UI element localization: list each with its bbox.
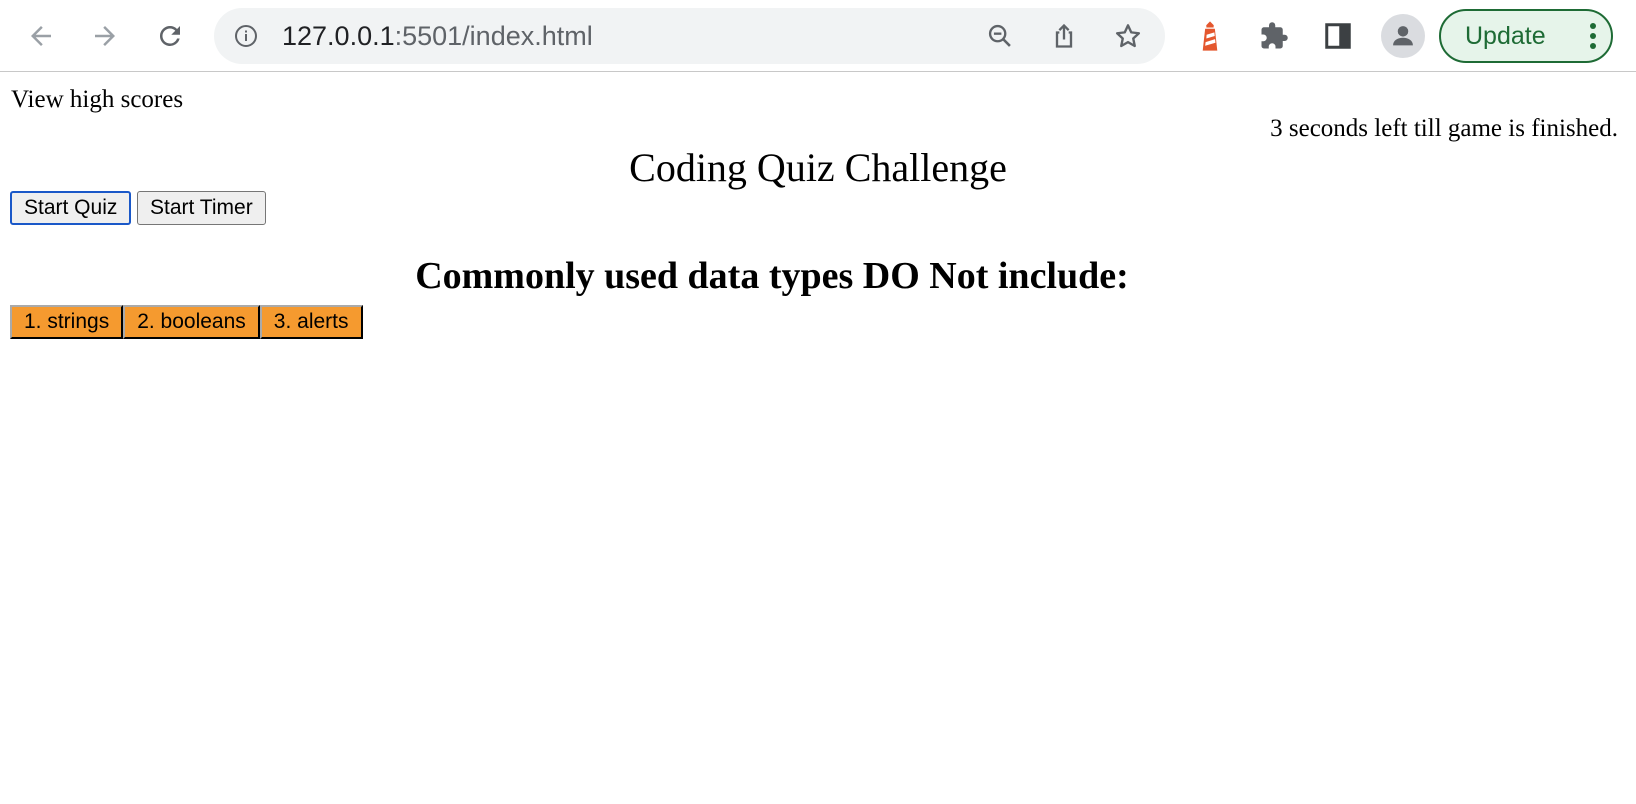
forward-arrow-icon (95, 26, 115, 46)
page-title: Coding Quiz Challenge (629, 145, 1007, 190)
answer-button-booleans[interactable]: 2. booleans (123, 305, 260, 339)
back-button[interactable] (21, 16, 61, 56)
url-path: :5501/index.html (394, 21, 593, 51)
puzzle-icon (1261, 22, 1288, 49)
reload-icon (159, 25, 180, 46)
browser-toolbar: 127.0.0.1:5501/index.html Update (0, 0, 1636, 72)
zoom-out-icon (988, 24, 1011, 47)
view-high-scores-link[interactable]: View high scores (11, 86, 183, 114)
side-panel-icon (1325, 23, 1351, 49)
share-icon (1055, 23, 1073, 48)
start-quiz-button[interactable]: Start Quiz (10, 191, 132, 225)
forward-button[interactable] (85, 16, 125, 56)
question-text: Commonly used data types DO Not include: (415, 255, 1129, 297)
zoom-button[interactable] (980, 16, 1020, 56)
more-vert-icon (1590, 23, 1596, 49)
lighthouse-extension-button[interactable] (1190, 16, 1230, 56)
url-host: 127.0.0.1 (282, 21, 395, 51)
extensions-button[interactable] (1254, 16, 1294, 56)
reload-button[interactable] (150, 16, 190, 56)
page-content: View high scores 3 seconds left till gam… (0, 72, 1636, 804)
answer-list: 1. strings 2. booleans 3. alerts (10, 305, 363, 339)
url-text[interactable]: 127.0.0.1:5501/index.html (282, 8, 593, 64)
answer-button-strings[interactable]: 1. strings (10, 305, 124, 339)
address-bar[interactable]: 127.0.0.1:5501/index.html (214, 8, 1165, 64)
profile-icon (1393, 26, 1413, 46)
lighthouse-icon (1202, 21, 1218, 51)
answer-button-alerts[interactable]: 3. alerts (259, 305, 363, 339)
timer-text: 3 seconds left till game is finished. (1270, 115, 1618, 142)
share-button[interactable] (1044, 16, 1084, 56)
back-arrow-icon (31, 26, 51, 46)
info-icon[interactable] (234, 24, 258, 48)
side-panel-button[interactable] (1318, 16, 1358, 56)
profile-button[interactable] (1381, 14, 1425, 58)
star-icon (1115, 24, 1141, 48)
update-label: Update (1465, 22, 1546, 50)
update-button[interactable]: Update (1439, 9, 1613, 63)
start-timer-button[interactable]: Start Timer (137, 191, 266, 225)
bookmark-button[interactable] (1108, 16, 1148, 56)
